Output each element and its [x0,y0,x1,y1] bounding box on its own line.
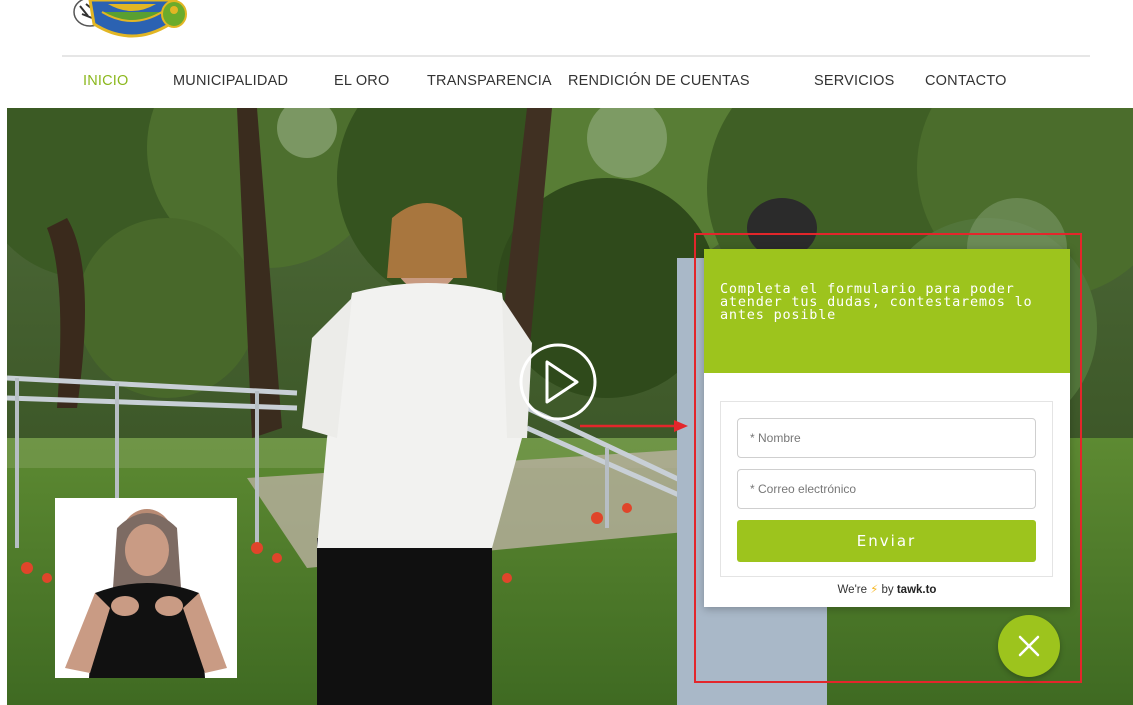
sign-language-inset [55,498,237,678]
email-placeholder: * Correo electrónico [750,482,857,496]
close-chat-button[interactable] [998,615,1060,677]
chat-widget-heading: Completa el formulario para poder atende… [720,281,1033,323]
nav-item-servicios[interactable]: SERVICIOS [814,73,895,89]
chat-widget-header: Completa el formulario para poder atende… [704,249,1070,373]
page: INICIO MUNICIPALIDAD EL ORO TRANSPARENCI… [0,0,1133,705]
chat-form: * Nombre * Correo electrónico Enviar [720,401,1053,577]
nav-item-municipalidad[interactable]: MUNICIPALIDAD [173,73,288,89]
annotation-arrow [580,420,688,432]
nav-divider [62,55,1090,57]
tawk-brand: tawk.to [896,584,937,596]
name-input[interactable]: * Nombre [737,418,1036,458]
nav-item-inicio[interactable]: INICIO [83,73,129,89]
municipal-logo[interactable] [62,0,192,46]
powered-prefix: We're [837,584,867,596]
nav-item-el-oro[interactable]: EL ORO [334,73,389,89]
nav-item-rendicion-de-cuentas[interactable]: RENDICIÓN DE CUENTAS [568,73,750,89]
name-placeholder: * Nombre [750,431,801,445]
powered-by[interactable]: We're ⚡ by tawk.to [704,582,1070,596]
chat-widget: Completa el formulario para poder atende… [704,249,1070,607]
send-button[interactable]: Enviar [737,520,1036,562]
email-input[interactable]: * Correo electrónico [737,469,1036,509]
lightning-icon: ⚡ [870,584,879,596]
nav-item-transparencia[interactable]: TRANSPARENCIA [427,73,552,89]
powered-suffix: by [881,584,894,596]
close-icon [1018,635,1040,657]
nav-item-contacto[interactable]: CONTACTO [925,73,1007,89]
